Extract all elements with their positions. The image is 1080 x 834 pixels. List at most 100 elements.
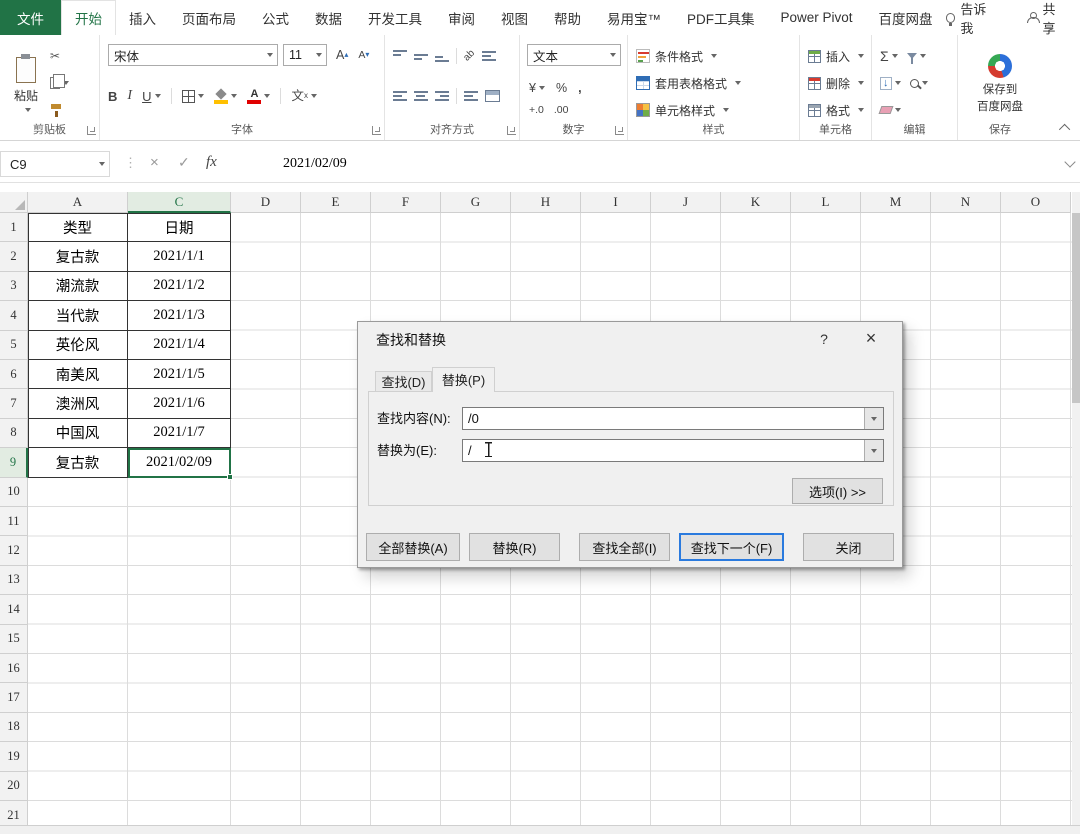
cancel-icon[interactable]: × [150,154,159,171]
decrease-decimal-icon[interactable]: .00 [554,105,569,116]
cell-C3[interactable]: 2021/1/2 [128,272,231,301]
find-what-dropdown-button[interactable] [864,408,883,429]
conditional-formatting-button[interactable]: 条件格式 [636,46,717,66]
delete-cells-button[interactable]: 删除 [808,73,864,93]
formula-bar-expand-icon[interactable] [1064,156,1075,167]
font-color-button[interactable]: A [247,89,270,104]
cell-C5[interactable]: 2021/1/4 [128,331,231,360]
percent-style-icon[interactable]: % [556,82,567,95]
row-header-20[interactable]: 20 [0,772,28,801]
row-header-12[interactable]: 12 [0,536,28,565]
column-header-A[interactable]: A [28,192,128,213]
cell-A1[interactable]: 类型 [28,213,128,242]
alignment-dialog-launcher-icon[interactable] [507,126,516,135]
find-select-button[interactable] [910,79,928,88]
ribbon-tab-page-layout[interactable]: 页面布局 [169,0,249,35]
column-header-D[interactable]: D [231,192,301,213]
clear-button[interactable] [880,106,901,114]
active-cell-selection[interactable] [128,448,231,477]
row-header-13[interactable]: 13 [0,566,28,595]
cell-C6[interactable]: 2021/1/5 [128,360,231,389]
merge-center-icon[interactable] [485,90,500,102]
row-header-21[interactable]: 21 [0,801,28,825]
ribbon-tab-data[interactable]: 数据 [302,0,355,35]
row-header-4[interactable]: 4 [0,301,28,330]
find-what-input[interactable]: /0 [462,407,884,430]
insert-function-icon[interactable]: fx [206,154,217,171]
increase-decimal-icon[interactable]: +.0 [529,105,544,116]
increase-font-size-icon[interactable]: A▴ [336,49,348,62]
fill-handle[interactable] [227,474,233,480]
align-left-icon[interactable] [393,90,407,102]
row-header-5[interactable]: 5 [0,331,28,360]
row-header-7[interactable]: 7 [0,389,28,418]
cell-A2[interactable]: 复古款 [28,242,128,271]
paste-button[interactable]: 粘贴 [7,42,45,126]
column-header-O[interactable]: O [1001,192,1071,213]
row-header-2[interactable]: 2 [0,242,28,271]
tab-replace[interactable]: 替换(P) [432,367,495,392]
column-header-L[interactable]: L [791,192,861,213]
column-header-M[interactable]: M [861,192,931,213]
select-all-corner[interactable] [0,192,28,213]
comma-style-icon[interactable]: , [578,82,581,95]
ribbon-tab-power-pivot[interactable]: Power Pivot [768,0,866,35]
name-box[interactable]: C9 [0,151,110,177]
cell-C8[interactable]: 2021/1/7 [128,419,231,448]
column-header-G[interactable]: G [441,192,511,213]
column-header-H[interactable]: H [511,192,581,213]
ribbon-tab-insert[interactable]: 插入 [116,0,169,35]
vertical-scrollbar-thumb[interactable] [1072,213,1080,403]
row-header-8[interactable]: 8 [0,419,28,448]
column-header-I[interactable]: I [581,192,651,213]
align-middle-icon[interactable] [414,50,428,62]
find-all-button[interactable]: 查找全部(I) [579,533,670,561]
save-to-baidu-button[interactable]: 保存到 百度网盘 [966,43,1034,125]
row-header-18[interactable]: 18 [0,713,28,742]
column-header-C[interactable]: C [128,192,231,213]
sort-filter-button[interactable] [907,53,926,59]
vertical-scrollbar[interactable] [1072,192,1080,825]
ribbon-tab-baidu-netdisk[interactable]: 百度网盘 [866,0,946,35]
format-cells-button[interactable]: 格式 [808,100,864,120]
fill-button[interactable]: ↓ [880,77,901,90]
replace-with-input[interactable]: / [462,439,884,462]
phonetic-guide-button[interactable]: 文x [291,90,317,103]
cell-A3[interactable]: 潮流款 [28,272,128,301]
autosum-button[interactable]: Σ [880,49,898,63]
cut-button[interactable]: ✂ [50,47,69,65]
enter-icon[interactable]: ✓ [178,154,190,171]
row-header-3[interactable]: 3 [0,272,28,301]
column-header-J[interactable]: J [651,192,721,213]
column-header-F[interactable]: F [371,192,441,213]
number-format-select[interactable]: 文本 [527,44,621,66]
tab-find[interactable]: 查找(D) [375,371,432,392]
clipboard-dialog-launcher-icon[interactable] [87,126,96,135]
column-header-K[interactable]: K [721,192,791,213]
row-header-15[interactable]: 15 [0,625,28,654]
cell-A9[interactable]: 复古款 [28,448,128,477]
underline-dropdown-icon[interactable] [155,94,161,98]
share-button[interactable]: 共享 [1027,0,1068,37]
column-header-E[interactable]: E [301,192,371,213]
align-top-icon[interactable] [393,50,407,62]
underline-button[interactable]: U [142,90,151,103]
row-header-11[interactable]: 11 [0,507,28,536]
dialog-title-bar[interactable]: 查找和替换 ? × [358,322,902,354]
ribbon-tab-view[interactable]: 视图 [488,0,541,35]
row-header-19[interactable]: 19 [0,742,28,771]
cell-C2[interactable]: 2021/1/1 [128,242,231,271]
cell-A8[interactable]: 中国风 [28,419,128,448]
cell-C7[interactable]: 2021/1/6 [128,389,231,418]
row-header-10[interactable]: 10 [0,478,28,507]
cell-A4[interactable]: 当代款 [28,301,128,330]
copy-button[interactable] [50,74,69,92]
align-right-icon[interactable] [435,90,449,102]
cell-C1[interactable]: 日期 [128,213,231,242]
cell-A7[interactable]: 澳洲风 [28,389,128,418]
cell-A6[interactable]: 南美风 [28,360,128,389]
dialog-close-button[interactable]: × [854,325,888,351]
cell-C4[interactable]: 2021/1/3 [128,301,231,330]
format-as-table-button[interactable]: 套用表格格式 [636,73,741,93]
accounting-format-button[interactable]: ¥ [529,82,545,95]
